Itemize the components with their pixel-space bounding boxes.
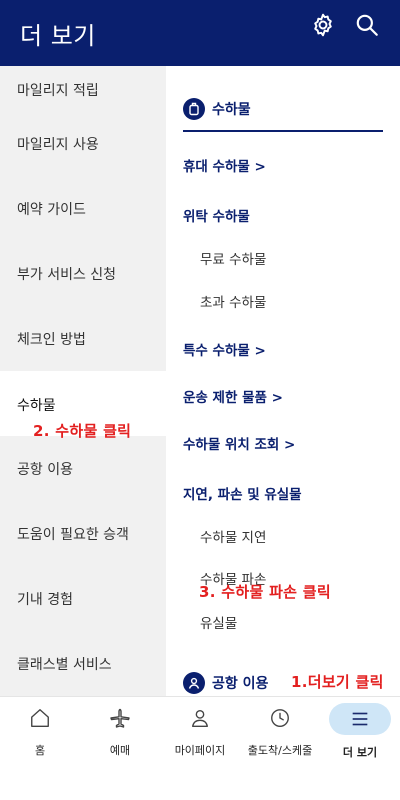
menu-icon [329, 703, 391, 735]
menu-lost-items[interactable]: 유실물 [200, 612, 237, 632]
clock-icon [250, 703, 310, 733]
sidebar-item-booking-guide[interactable]: 예약 가이드 [0, 176, 166, 241]
menu-delay-damage-lost[interactable]: 지연, 파손 및 유실물 [183, 483, 302, 503]
sidebar-item-mileage-earn[interactable]: 마일리지 적립 [0, 66, 166, 111]
section-header-baggage: 수하물 [183, 98, 251, 120]
bottom-tab-bar: 홈 예매 마이페이지 출도착/스케줄 더 보기 [0, 696, 400, 800]
section-divider [183, 130, 383, 132]
section-title: 수하물 [212, 102, 251, 118]
annotation-step2: 2. 수하물 클릭 [33, 422, 132, 440]
tab-label: 출도착/스케줄 [247, 744, 313, 757]
tab-home[interactable]: 홈 [0, 703, 80, 763]
next-section-title: 공항 이용 [212, 676, 269, 692]
page-title: 더 보기 [20, 21, 96, 50]
sidebar-item-inflight[interactable]: 기내 경험 [0, 566, 166, 631]
tab-label: 홈 [34, 744, 46, 757]
luggage-icon [183, 98, 205, 120]
section-header-airport: 공항 이용 [183, 672, 268, 694]
menu-free-baggage[interactable]: 무료 수하물 [200, 248, 266, 268]
category-sidebar: 마일리지 적립 마일리지 사용 예약 가이드 부가 서비스 신청 체크인 방법 … [0, 66, 166, 696]
sidebar-item-extra-services[interactable]: 부가 서비스 신청 [0, 241, 166, 306]
sidebar-item-assistance[interactable]: 도움이 필요한 승객 [0, 501, 166, 566]
header-actions [308, 10, 382, 40]
menu-restricted-items[interactable]: 운송 제한 물품 > [183, 386, 283, 406]
annotation-step3: 3. 수하물 파손 클릭 [199, 583, 332, 601]
tab-label: 예매 [109, 744, 131, 757]
tab-label: 마이페이지 [174, 744, 226, 757]
sidebar-item-checkin[interactable]: 체크인 방법 [0, 306, 166, 371]
menu-checked-baggage[interactable]: 위탁 수하물 [183, 205, 250, 225]
tab-label: 더 보기 [342, 746, 378, 759]
menu-carry-on[interactable]: 휴대 수하물 > [183, 155, 266, 175]
home-icon [10, 703, 70, 733]
menu-excess-baggage[interactable]: 초과 수하물 [200, 291, 266, 311]
sidebar-item-airport[interactable]: 공항 이용 [0, 436, 166, 501]
tab-schedule[interactable]: 출도착/스케줄 [240, 703, 320, 763]
annotation-step1: 1.더보기 클릭 [291, 673, 384, 691]
tab-booking[interactable]: 예매 [80, 703, 160, 763]
person-icon [170, 703, 230, 733]
gear-icon[interactable] [308, 10, 338, 40]
tab-mypage[interactable]: 마이페이지 [160, 703, 240, 763]
tab-more[interactable]: 더 보기 [320, 703, 400, 763]
menu-special-baggage[interactable]: 특수 수하물 > [183, 339, 266, 359]
app-header: 더 보기 [0, 0, 400, 66]
airplane-icon [90, 703, 150, 733]
sidebar-item-mileage-use[interactable]: 마일리지 사용 [0, 111, 166, 176]
search-icon[interactable] [352, 10, 382, 40]
person-circle-icon [183, 672, 205, 694]
menu-baggage-delay[interactable]: 수하물 지연 [200, 526, 266, 546]
sidebar-item-class-services[interactable]: 클래스별 서비스 [0, 631, 166, 696]
menu-baggage-tracking[interactable]: 수하물 위치 조회 > [183, 433, 295, 453]
